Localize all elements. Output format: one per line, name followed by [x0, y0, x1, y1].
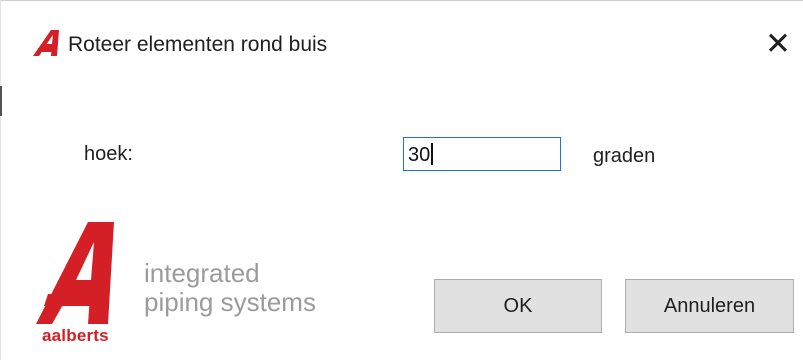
logo-wordmark: aalberts	[42, 326, 109, 345]
angle-input-value: 30	[408, 143, 434, 167]
angle-input[interactable]: 30	[403, 137, 561, 171]
ok-button[interactable]: OK	[434, 279, 602, 333]
aalberts-a-logo-icon	[33, 30, 59, 56]
aalberts-logo	[36, 222, 114, 324]
background-window-edge	[0, 86, 2, 116]
tagline-line-1: integrated	[144, 258, 260, 288]
angle-unit-label: graden	[593, 145, 656, 167]
text-caret	[431, 143, 434, 165]
close-icon: ✕	[765, 26, 791, 61]
angle-label: hoek:	[84, 143, 133, 165]
angle-value-text: 30	[408, 144, 431, 166]
aalberts-branding: aalberts integrated piping systems	[34, 222, 354, 352]
cancel-button[interactable]: Annuleren	[625, 279, 794, 333]
dialog-titlebar[interactable]: Roteer elementen rond buis ✕	[0, 0, 803, 84]
close-button[interactable]: ✕	[760, 26, 796, 62]
dialog-title: Roteer elementen rond buis	[68, 33, 328, 56]
tagline-line-2: piping systems	[144, 287, 316, 317]
